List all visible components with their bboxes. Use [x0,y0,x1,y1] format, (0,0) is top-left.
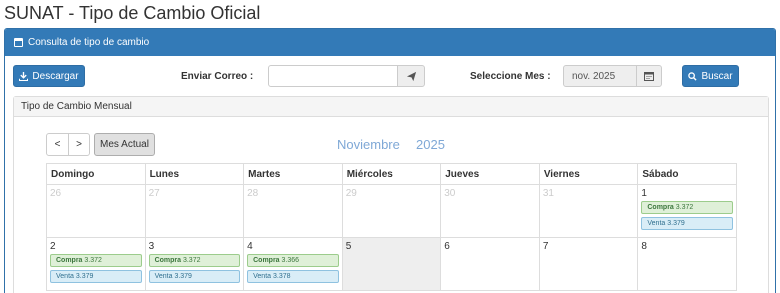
day-number: 3 [148,241,155,252]
venta-label: Venta [647,220,666,227]
email-label: Enviar Correo : [181,71,254,82]
monthly-heading: Tipo de Cambio Mensual [14,97,768,117]
paper-plane-icon [406,71,416,81]
current-month-button[interactable]: Mes Actual [94,133,155,156]
month-label: Seleccione Mes : [470,71,551,82]
email-field[interactable] [268,65,398,87]
day-number: 2 [50,241,56,252]
panel-heading-label: Consulta de tipo de cambio [28,37,150,48]
compra-badge: Compra 3.372 [50,254,142,267]
compra-label: Compra [647,204,674,211]
compra-badge: Compra 3.372 [148,254,241,267]
prev-month-button[interactable]: < [46,133,69,156]
calendar-week-row: 26 27 28 29 30 31 1 Compra 3.372 Venta 3.379 [46,184,737,238]
calendar-day-cell[interactable]: 28 [243,184,343,238]
venta-badge: Venta 3.378 [247,270,339,283]
calendar-grid: Domingo Lunes Martes Miércoles Jueves Viernes… [46,163,737,291]
day-number: 29 [345,188,357,199]
month-field[interactable]: nov. 2025 [563,65,637,87]
weekday-header: Lunes [144,163,245,185]
calendar-day-cell[interactable]: 7 [538,237,639,291]
compra-label: Compra [154,257,182,264]
send-mail-button[interactable] [397,65,425,87]
calendar-day-cell[interactable]: 30 [440,184,540,238]
weekday-header: Viernes [538,163,639,185]
calendar-day-cell[interactable]: 29 [341,184,442,238]
download-icon [19,71,29,81]
next-month-button[interactable]: > [68,133,90,156]
venta-label: Venta [154,273,173,280]
calendar-icon [644,72,654,81]
calendar-day-cell[interactable]: 8 [637,237,737,291]
day-number: 26 [50,188,62,199]
weekday-header: Martes [243,163,343,185]
day-number: 6 [444,241,450,252]
panel-heading: Consulta de tipo de cambio [5,29,775,56]
day-number: 4 [247,241,253,252]
calendar-day-cell[interactable]: 3 Compra 3.372 Venta 3.379 [144,237,245,291]
search-icon [688,71,698,81]
weekday-header: Jueves [440,163,540,185]
compra-badge: Compra 3.366 [247,254,339,267]
weekday-header: Domingo [46,163,146,185]
day-number: 27 [148,188,160,199]
compra-value: 3.366 [281,257,300,264]
day-number: 30 [444,188,456,199]
calendar-day-cell[interactable]: 31 [538,184,639,238]
calendar-day-cell[interactable]: 2 Compra 3.372 Venta 3.379 [46,237,146,291]
venta-value: 3.379 [667,220,685,227]
day-number: 31 [542,188,554,199]
calendar-month-name: Noviembre [337,137,400,152]
calendar-day-cell[interactable]: 5 [341,237,442,291]
weekday-header: Sábado [637,163,737,185]
download-label: Descargar [32,70,79,82]
day-number: 1 [641,188,647,199]
month-picker-button[interactable] [636,65,662,87]
calendar-day-cell[interactable]: 4 Compra 3.366 Venta 3.378 [243,237,343,291]
venta-label: Venta [253,273,272,280]
calendar-day-cell[interactable]: 6 [440,237,540,291]
compra-value: 3.372 [84,257,102,264]
venta-value: 3.379 [75,273,94,280]
calendar-day-cell[interactable]: 27 [144,184,245,238]
calendar-day-cell[interactable]: 26 [46,184,146,238]
venta-badge: Venta 3.379 [148,270,241,283]
compra-badge: Compra 3.372 [641,201,733,214]
compra-label: Compra [253,257,280,264]
search-button[interactable]: Buscar [682,65,739,87]
venta-value: 3.379 [174,273,192,280]
day-number: 7 [542,241,549,252]
compra-value: 3.372 [182,257,201,264]
compra-value: 3.372 [675,204,694,211]
calendar-year: 2025 [416,137,445,152]
weekday-header: Miércoles [341,163,442,185]
venta-label: Venta [56,273,74,280]
search-label: Buscar [701,70,733,82]
compra-label: Compra [56,257,83,264]
calendar-icon [14,38,23,47]
download-button[interactable]: Descargar [13,65,85,87]
calendar-week-row: 2 Compra 3.372 Venta 3.379 3 Compra 3.372 Ven… [46,237,737,291]
page-title: SUNAT - Tipo de Cambio Oficial [4,3,261,23]
venta-value: 3.378 [273,273,291,280]
venta-badge: Venta 3.379 [641,217,733,230]
day-number: 28 [247,188,259,199]
weekday-header-row: Domingo Lunes Martes Miércoles Jueves Viernes… [46,163,737,185]
day-number: 8 [641,241,647,252]
venta-badge: Venta 3.379 [50,270,142,283]
day-number: 5 [345,241,352,252]
calendar-day-cell[interactable]: 1 Compra 3.372 Venta 3.379 [637,184,737,238]
